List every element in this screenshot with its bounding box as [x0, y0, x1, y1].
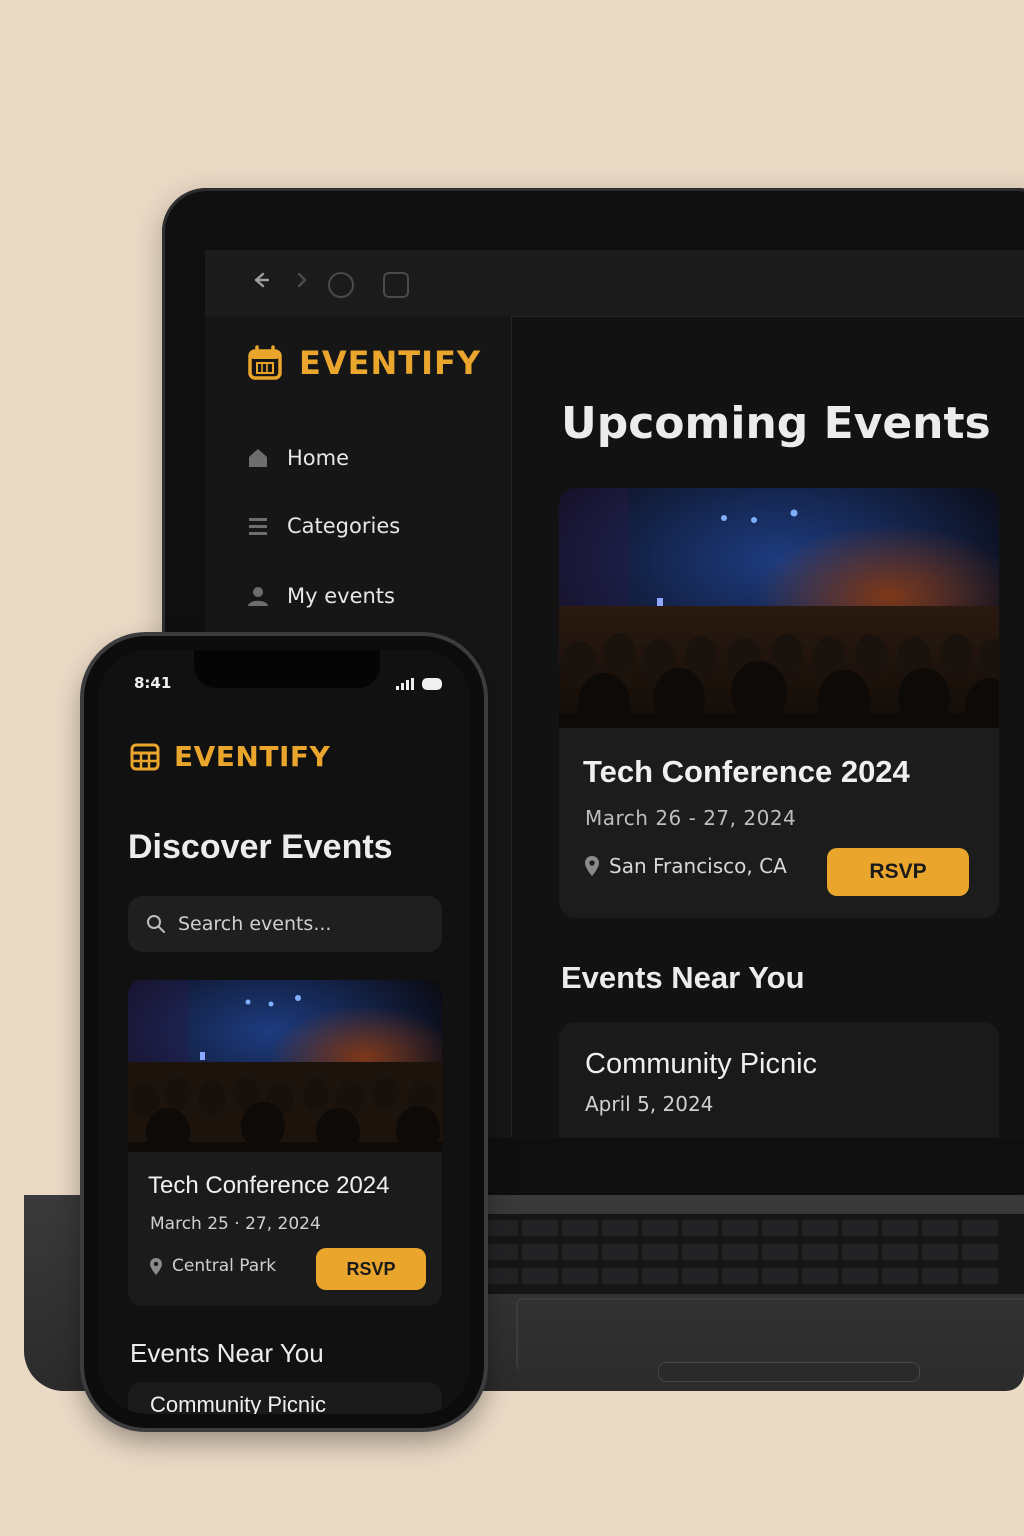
brand[interactable]: EVENTIFY	[130, 740, 330, 773]
rsvp-button[interactable]: RSVP	[316, 1248, 426, 1290]
search-icon	[147, 915, 165, 933]
featured-event-card[interactable]: Tech Conference 2024 March 25 · 27, 2024…	[128, 980, 442, 1306]
sidebar-item-categories[interactable]: Categories	[247, 514, 400, 538]
event-photo	[559, 488, 999, 728]
square-icon[interactable]	[383, 272, 409, 298]
signal-icon	[396, 678, 414, 690]
location-text: Central Park	[172, 1256, 277, 1276]
event-title: Community Picnic	[150, 1392, 327, 1414]
user-icon	[247, 585, 269, 607]
sidebar-item-label: My events	[287, 584, 395, 608]
trackpad	[516, 1298, 1024, 1370]
laptop-hinge-lip	[658, 1362, 920, 1382]
forward-arrow-icon[interactable]	[287, 268, 317, 298]
event-title: Tech Conference 2024	[148, 1172, 390, 1199]
event-date: April 5, 2024	[585, 1092, 714, 1116]
sidebar-item-label: Categories	[287, 514, 401, 538]
calendar-grid-icon	[130, 743, 160, 770]
location-text: San Francisco, CA	[609, 854, 787, 878]
page-title: Discover Events	[128, 828, 393, 866]
phone-screen: 8:41 EVENTIFY Discover Events Search eve…	[98, 650, 470, 1414]
sidebar-item-label: Home	[287, 446, 350, 470]
phone-frame: 8:41 EVENTIFY Discover Events Search eve…	[84, 636, 484, 1428]
featured-event-card[interactable]: Tech Conference 2024 March 26 - 27, 2024…	[559, 488, 999, 918]
location-pin-icon	[585, 856, 599, 876]
event-title: Tech Conference 2024	[583, 754, 910, 789]
brand-name: EVENTIFY	[299, 344, 482, 382]
status-icons	[396, 678, 444, 690]
event-location: Central Park	[150, 1256, 276, 1276]
phone-notch	[194, 650, 380, 688]
event-location: San Francisco, CA	[585, 854, 787, 878]
page-title: Upcoming Events	[561, 398, 991, 449]
nearby-event-card[interactable]: Community Picnic	[128, 1382, 442, 1414]
search-input[interactable]	[176, 912, 420, 936]
keyboard	[470, 1214, 1024, 1294]
section-title-events-near-you: Events Near You	[130, 1338, 324, 1368]
brand-name: EVENTIFY	[174, 740, 331, 773]
event-date: March 26 - 27, 2024	[585, 806, 797, 830]
circle-icon[interactable]	[328, 272, 354, 298]
calendar-icon	[248, 345, 282, 380]
list-icon	[247, 515, 269, 537]
back-arrow-icon[interactable]	[245, 268, 275, 298]
nearby-event-card[interactable]: Community Picnic April 5, 2024	[559, 1022, 999, 1138]
browser-toolbar	[205, 250, 1024, 317]
event-title: Community Picnic	[585, 1048, 818, 1080]
location-pin-icon	[150, 1257, 162, 1275]
home-icon	[247, 447, 269, 469]
status-time: 8:41	[134, 674, 172, 692]
rsvp-button[interactable]: RSVP	[827, 848, 969, 896]
main-content: Upcoming Events Tech Conference 2024 Mar…	[511, 316, 1024, 1138]
sidebar-item-home[interactable]: Home	[247, 446, 349, 470]
section-title-events-near-you: Events Near You	[561, 960, 805, 995]
brand[interactable]: EVENTIFY	[247, 344, 481, 382]
search-bar[interactable]	[128, 896, 442, 952]
sidebar-item-my-events[interactable]: My events	[247, 584, 395, 608]
battery-icon	[422, 678, 442, 690]
event-photo	[128, 980, 442, 1152]
event-date: March 25 · 27, 2024	[150, 1214, 321, 1234]
